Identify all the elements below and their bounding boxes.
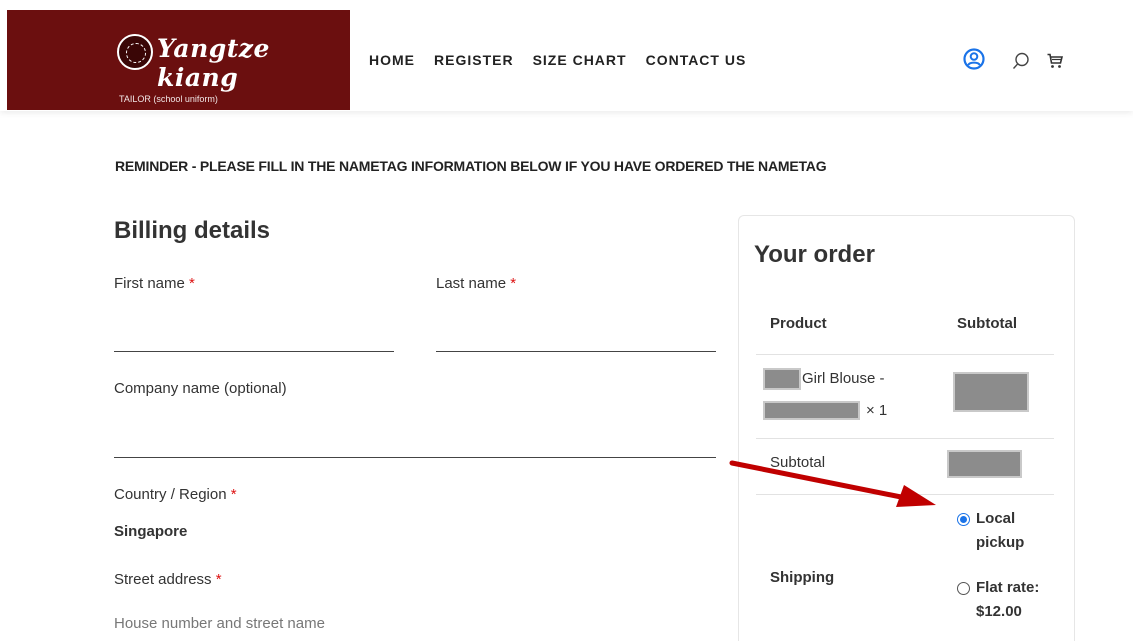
nav-size-chart[interactable]: SIZE CHART xyxy=(533,52,627,68)
cart-icon[interactable] xyxy=(1047,53,1063,69)
local-pickup-radio[interactable] xyxy=(957,513,970,526)
required-mark: * xyxy=(510,275,517,292)
logo-text: Yangtze kiang xyxy=(157,34,270,92)
row-divider xyxy=(756,438,1054,439)
col-product-header: Product xyxy=(770,315,827,332)
flat-rate-radio[interactable] xyxy=(957,582,970,595)
search-icon[interactable] xyxy=(1012,52,1030,70)
flat-rate-line1: Flat rate: xyxy=(976,579,1040,596)
first-name-input[interactable] xyxy=(114,351,394,352)
redacted-price xyxy=(953,372,1029,412)
local-pickup-label[interactable]: Local pickup xyxy=(976,507,1024,555)
account-icon[interactable] xyxy=(963,48,985,70)
last-name-label: Last name * xyxy=(436,275,516,292)
country-label-text: Country / Region xyxy=(114,486,227,503)
street-address-input[interactable]: House number and street name xyxy=(114,615,325,632)
required-mark: * xyxy=(215,571,222,588)
order-title: Your order xyxy=(754,241,875,268)
main-nav: HOME REGISTER SIZE CHART CONTACT US xyxy=(369,52,746,68)
billing-title: Billing details xyxy=(114,217,271,244)
logo-subtitle: TAILOR (school uniform) xyxy=(119,94,218,104)
col-subtotal-header: Subtotal xyxy=(957,315,1017,332)
country-label: Country / Region * xyxy=(114,486,237,503)
nav-contact-us[interactable]: CONTACT US xyxy=(646,52,747,68)
logo-emblem-icon xyxy=(117,34,153,70)
shipping-label: Shipping xyxy=(770,569,835,586)
nav-register[interactable]: REGISTER xyxy=(434,52,514,68)
redacted-subtotal xyxy=(947,450,1022,478)
company-label: Company name (optional) xyxy=(114,380,287,397)
required-mark: * xyxy=(230,486,237,503)
first-name-label: First name * xyxy=(114,275,195,292)
order-item-qty: × 1 xyxy=(866,402,888,419)
nametag-reminder: REMINDER - PLEASE FILL IN THE NAMETAG IN… xyxy=(115,158,827,174)
flat-rate-line2: $12.00 xyxy=(976,603,1022,620)
row-divider xyxy=(756,354,1054,355)
flat-rate-label[interactable]: Flat rate: $12.00 xyxy=(976,576,1039,624)
site-header: Yangtze kiang TAILOR (school uniform) HO… xyxy=(0,0,1133,111)
first-name-label-text: First name xyxy=(114,275,185,292)
last-name-label-text: Last name xyxy=(436,275,507,292)
order-item-name: Girl Blouse - xyxy=(802,370,885,387)
street-label: Street address * xyxy=(114,571,222,588)
last-name-input[interactable] xyxy=(436,351,716,352)
company-input[interactable] xyxy=(114,457,716,458)
redacted-image xyxy=(763,368,801,390)
street-label-text: Street address xyxy=(114,571,212,588)
annotation-arrow xyxy=(729,460,936,507)
country-select[interactable]: Singapore xyxy=(114,523,187,540)
required-mark: * xyxy=(189,275,195,292)
nav-home[interactable]: HOME xyxy=(369,52,415,68)
redacted-text xyxy=(763,401,860,420)
brand-logo[interactable]: Yangtze kiang TAILOR (school uniform) xyxy=(7,10,350,110)
local-pickup-line2: pickup xyxy=(976,534,1025,551)
local-pickup-line1: Local xyxy=(976,510,1016,527)
